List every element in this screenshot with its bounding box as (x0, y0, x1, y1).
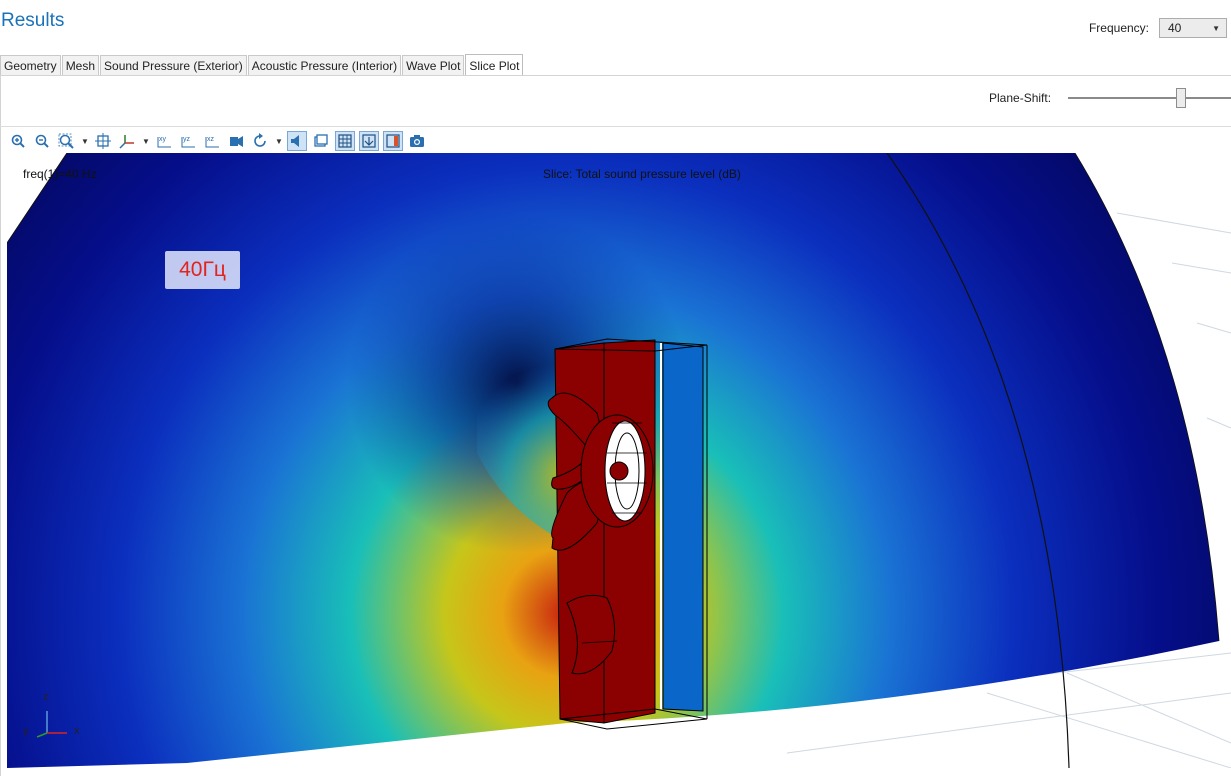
axis-toggle-icon[interactable] (359, 131, 379, 151)
panel-border (0, 76, 1, 776)
tab-slice-plot[interactable]: Slice Plot (465, 54, 524, 76)
toolbar-divider (0, 126, 1231, 127)
results-title: Results (1, 10, 65, 31)
axes-dropdown-chevron-icon[interactable]: ▼ (141, 131, 151, 151)
rotate-icon[interactable] (250, 131, 270, 151)
view-xy-icon[interactable]: xy (154, 131, 174, 151)
zoom-box-icon[interactable] (56, 131, 76, 151)
speaker-cabinet-model (547, 338, 708, 730)
camera-view-icon[interactable] (226, 131, 246, 151)
zoom-out-icon[interactable] (32, 131, 52, 151)
zoom-in-icon[interactable] (8, 131, 28, 151)
tab-divider (0, 75, 1231, 76)
svg-text:yz: yz (183, 136, 191, 143)
tab-sound-pressure-exterior[interactable]: Sound Pressure (Exterior) (100, 55, 247, 75)
slice-description: Slice: Total sound pressure level (dB) (543, 167, 741, 181)
svg-text:xz: xz (207, 136, 215, 143)
view-xz-icon[interactable]: xz (202, 131, 222, 151)
plane-shift-slider-track[interactable] (1068, 97, 1231, 99)
graphics-toolbar: ▼ ▼ xy yz xz ▼ (8, 129, 431, 153)
chevron-down-icon: ▼ (1212, 23, 1220, 33)
plane-shift-slider-thumb[interactable] (1176, 88, 1186, 108)
frequency-label: Frequency: (1088, 21, 1149, 35)
slice-plot-render (7, 153, 1231, 768)
graphics-viewport[interactable]: freq(1)=40 Hz Slice: Total sound pressur… (7, 153, 1231, 768)
tab-acoustic-pressure-interior[interactable]: Acoustic Pressure (Interior) (247, 55, 402, 75)
frequency-select[interactable]: 40 ▼ (1159, 18, 1227, 38)
tab-mesh[interactable]: Mesh (61, 55, 100, 75)
speaker-icon[interactable] (287, 131, 307, 151)
plane-shift-control: Plane-Shift: (989, 88, 1051, 108)
axis-label-x: x (74, 725, 80, 737)
zoom-dropdown-chevron-icon[interactable]: ▼ (80, 131, 90, 151)
grid-icon[interactable] (335, 131, 355, 151)
frequency-value: 40 (1168, 21, 1182, 35)
svg-text:xy: xy (159, 136, 167, 143)
tab-geometry[interactable]: Geometry (0, 55, 61, 75)
frequency-overlay-label: 40Гц (165, 251, 240, 289)
view-yz-icon[interactable]: yz (178, 131, 198, 151)
window-icon[interactable] (311, 131, 331, 151)
axes-orientation-icon[interactable] (117, 131, 137, 151)
frequency-control: Frequency: 40 ▼ (1089, 17, 1231, 39)
axis-label-z: z (43, 691, 49, 703)
rotate-dropdown-chevron-icon[interactable]: ▼ (274, 131, 284, 151)
tab-wave-plot[interactable]: Wave Plot (402, 55, 465, 75)
axis-label-y: y (23, 725, 29, 737)
color-legend-icon[interactable] (383, 131, 403, 151)
zoom-extents-icon[interactable] (93, 131, 113, 151)
screenshot-icon[interactable] (407, 131, 427, 151)
frequency-readout: freq(1)=40 Hz (23, 167, 97, 181)
plane-shift-label: Plane-Shift: (989, 91, 1052, 105)
tab-bar: Geometry Mesh Sound Pressure (Exterior) … (0, 54, 524, 76)
